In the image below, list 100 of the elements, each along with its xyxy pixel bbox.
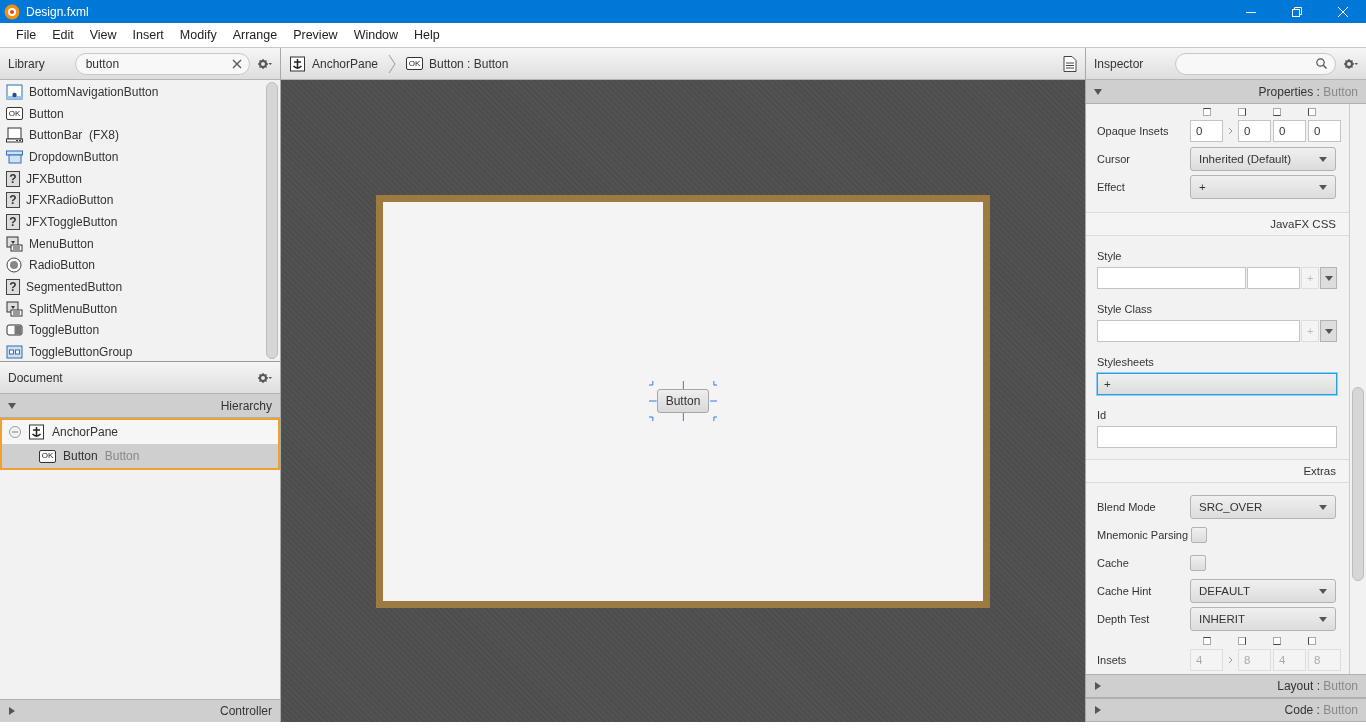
library-item[interactable]: ? JFXButton — [0, 167, 266, 190]
toggle-button-icon — [6, 322, 23, 339]
library-item[interactable]: ToggleButton — [0, 319, 266, 342]
checkbox[interactable] — [1190, 555, 1206, 571]
tree-item[interactable]: OK Button Button — [2, 444, 278, 468]
dropdown[interactable]: + — [1190, 175, 1336, 199]
section-title: Properties : Button — [1258, 84, 1358, 99]
search-icon[interactable] — [1316, 58, 1327, 69]
dropdown-button[interactable] — [1320, 320, 1337, 342]
inset-side-icon — [1273, 107, 1281, 116]
property-label: Insets — [1097, 654, 1128, 666]
collapsed-triangle-icon[interactable] — [1094, 706, 1102, 714]
dropdown[interactable]: INHERIT — [1190, 607, 1336, 631]
radio-button-icon — [6, 257, 23, 274]
library-item[interactable]: DropdownButton — [0, 146, 266, 168]
dropdown[interactable]: SRC_OVER — [1190, 495, 1336, 519]
collapse-toggle-icon[interactable] — [9, 426, 21, 438]
section-bar[interactable]: Layout : Button — [1086, 674, 1366, 698]
number-field[interactable]: 0 — [1308, 120, 1341, 142]
stylesheet-add-button[interactable]: + — [1097, 373, 1337, 395]
inset-side-icon — [1273, 636, 1281, 645]
tree-item-label: Button — [63, 449, 98, 463]
input-field[interactable] — [1247, 267, 1301, 289]
scrollbar[interactable] — [266, 82, 278, 359]
dropdown-button-icon — [6, 148, 23, 165]
inset-side-icon — [1308, 107, 1316, 116]
menu-item[interactable]: Window — [345, 28, 407, 42]
window-title: Design.fxml — [26, 4, 90, 19]
search-field[interactable]: button — [74, 52, 250, 75]
number-field[interactable]: 0 — [1190, 120, 1223, 142]
menu-item[interactable]: View — [81, 28, 125, 42]
settings-icon[interactable] — [1344, 58, 1358, 69]
menu-item[interactable]: Preview — [285, 28, 346, 42]
dropdown-button[interactable] — [1320, 267, 1337, 289]
section-bar[interactable]: Controller — [0, 699, 280, 722]
scrollbar[interactable] — [1352, 387, 1364, 581]
property-label: Stylesheets — [1097, 356, 1155, 368]
library-item[interactable]: SplitMenuButton — [0, 297, 266, 320]
document-icon[interactable] — [1063, 55, 1077, 72]
menu-item[interactable]: Modify — [171, 28, 225, 42]
app-logo-icon — [4, 3, 20, 20]
menu-item[interactable]: Edit — [44, 28, 82, 42]
library-item[interactable]: ? SegmentedButton — [0, 276, 266, 298]
menu-item[interactable]: File — [8, 28, 45, 42]
panel-title: Inspector — [1094, 56, 1144, 71]
selection-handles-drawing[interactable] — [648, 381, 718, 421]
caret-icon — [1319, 184, 1327, 190]
settings-icon[interactable] — [258, 58, 272, 69]
collapsed-triangle-icon[interactable] — [1094, 682, 1102, 690]
checkbox[interactable] — [1191, 527, 1208, 543]
menu-item[interactable]: Help — [406, 28, 448, 42]
number-field[interactable]: 0 — [1238, 120, 1271, 142]
number-field[interactable]: 0 — [1273, 120, 1306, 142]
question-mark-icon: ? — [6, 170, 20, 187]
library-item[interactable]: MenuButton — [0, 232, 266, 255]
library-item[interactable]: OK Button — [0, 102, 266, 125]
ok-icon: OK — [406, 57, 424, 70]
button[interactable]: Button — [656, 389, 710, 413]
library-item[interactable]: RadioButton — [0, 254, 266, 277]
collapsed-triangle-icon[interactable] — [8, 707, 16, 715]
expanded-triangle-icon[interactable] — [1094, 87, 1102, 96]
inset-side-icon — [1238, 107, 1246, 116]
library-item[interactable]: BottomNavigationButton — [0, 81, 266, 103]
menu-button-icon — [6, 300, 23, 317]
breadcrumb-item[interactable]: AnchorPane — [289, 55, 379, 72]
clear-icon[interactable] — [232, 58, 242, 69]
section-title: Hierarchy — [220, 398, 272, 413]
property-label: Style — [1097, 250, 1123, 262]
section-title: Controller — [219, 704, 272, 718]
breadcrumb-item[interactable]: OK Button : Button — [406, 56, 509, 71]
expanded-triangle-icon[interactable] — [8, 401, 16, 410]
inset-side-icon — [1203, 636, 1211, 645]
section-bar[interactable]: Hierarchy — [0, 394, 280, 418]
settings-icon[interactable] — [258, 372, 272, 383]
section-bar[interactable]: Properties : Button — [1086, 80, 1366, 104]
tree-item-type: Button — [104, 449, 140, 463]
property-label: Blend Mode — [1097, 501, 1157, 513]
library-item[interactable]: ? JFXToggleButton — [0, 211, 266, 233]
menu-item[interactable]: Arrange — [224, 28, 286, 42]
property-label: Depth Test — [1097, 613, 1151, 625]
chevron-icon — [1228, 127, 1233, 135]
tree-item[interactable]: AnchorPane — [2, 420, 278, 444]
library-item[interactable]: ButtonBar (FX8) — [0, 124, 266, 147]
input-field[interactable] — [1097, 267, 1247, 289]
search-field[interactable] — [1175, 52, 1336, 75]
library-item[interactable]: ToggleButtonGroup — [0, 341, 266, 363]
design-surface[interactable]: Button — [376, 194, 990, 608]
property-label: Cache Hint — [1097, 585, 1153, 597]
section-bar[interactable]: Code : Button — [1086, 698, 1366, 722]
question-mark-icon: ? — [6, 279, 20, 296]
input-field[interactable] — [1097, 426, 1337, 448]
property-label: Mnemonic Parsing — [1097, 529, 1190, 541]
menu-item[interactable]: Insert — [124, 28, 172, 42]
library-item[interactable]: ? JFXRadioButton — [0, 189, 266, 212]
inset-side-icon — [1308, 636, 1316, 645]
property-label: Opaque Insets — [1097, 125, 1170, 137]
anchor-icon — [289, 55, 306, 72]
input-field[interactable] — [1097, 320, 1301, 342]
dropdown[interactable]: DEFAULT — [1190, 579, 1336, 603]
dropdown[interactable]: Inherited (Default) — [1190, 147, 1336, 171]
